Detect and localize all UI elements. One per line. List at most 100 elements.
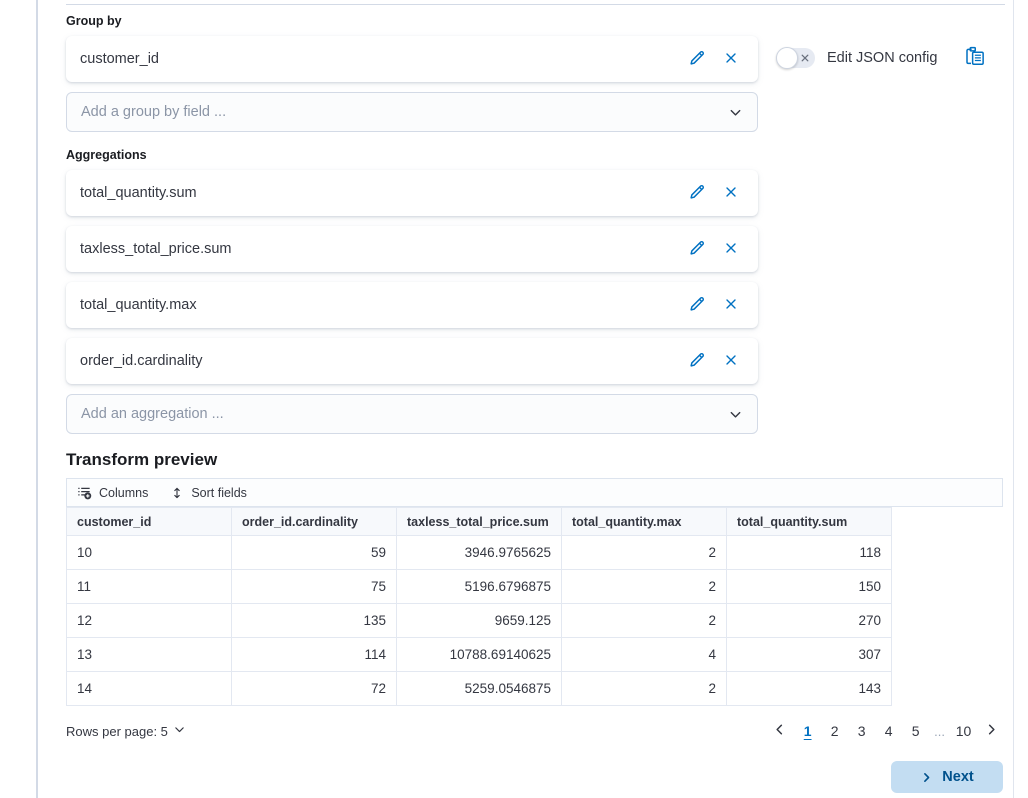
next-page-button[interactable] xyxy=(980,720,1003,742)
edit-group-by-item-button[interactable] xyxy=(684,46,710,72)
rows-per-page-button[interactable]: Rows per page: 5 xyxy=(66,723,186,739)
remove-group-by-item-button[interactable] xyxy=(718,46,744,72)
remove-aggregation-item-button[interactable] xyxy=(718,348,744,374)
aggregations-list: total_quantity.sum taxless_total_price.su… xyxy=(66,170,1005,384)
chevron-down-icon xyxy=(173,723,186,739)
aggregation-item-label: total_quantity.max xyxy=(80,297,684,313)
pencil-icon xyxy=(688,239,706,260)
sort-fields-button-label: Sort fields xyxy=(191,486,247,500)
aggregation-item: total_quantity.sum xyxy=(66,170,758,216)
group-by-item-label: customer_id xyxy=(80,51,684,67)
table-cell: 5259.0546875 xyxy=(397,672,562,706)
table-cell: 307 xyxy=(727,638,892,672)
table-footer: Rows per page: 5 12345... 10 xyxy=(66,719,1003,743)
table-row: 11755196.67968752150 xyxy=(67,570,892,604)
table-cell: 75 xyxy=(232,570,397,604)
page-button-10[interactable]: 10 xyxy=(953,719,974,743)
column-header-order_id-cardinality[interactable]: order_id.cardinality xyxy=(232,508,397,536)
edit-aggregation-item-button[interactable] xyxy=(684,348,710,374)
page-button-1[interactable]: 1 xyxy=(797,719,818,743)
edit-aggregation-item-button[interactable] xyxy=(684,180,710,206)
table-cell: 11 xyxy=(67,570,232,604)
page-button-5[interactable]: 5 xyxy=(905,719,926,743)
page-button-2[interactable]: 2 xyxy=(824,719,845,743)
table-cell: 270 xyxy=(727,604,892,638)
cross-icon xyxy=(723,352,739,371)
add-group-by-field-combobox[interactable]: Add a group by field ... xyxy=(66,92,758,132)
pill-actions xyxy=(684,292,744,318)
add-aggregation-placeholder: Add an aggregation ... xyxy=(81,406,728,422)
pill-actions xyxy=(684,180,744,206)
step-connector-line xyxy=(36,0,38,798)
pill-actions xyxy=(684,46,744,72)
table-cell: 5196.6796875 xyxy=(397,570,562,604)
edit-aggregation-item-button[interactable] xyxy=(684,292,710,318)
remove-aggregation-item-button[interactable] xyxy=(718,236,744,262)
table-cell: 2 xyxy=(562,604,727,638)
aggregation-item: total_quantity.max xyxy=(66,282,758,328)
aggregation-item: taxless_total_price.sum xyxy=(66,226,758,272)
table-cell: 2 xyxy=(562,570,727,604)
cross-icon xyxy=(723,240,739,259)
pencil-icon xyxy=(688,351,706,372)
cross-icon xyxy=(723,184,739,203)
pagination: 12345... 10 xyxy=(768,719,1003,743)
add-aggregation-combobox[interactable]: Add an aggregation ... xyxy=(66,394,758,434)
transform-preview-table: customer_idorder_id.cardinalitytaxless_t… xyxy=(66,507,892,706)
table-row: 10593946.97656252118 xyxy=(67,536,892,570)
table-cell: 14 xyxy=(67,672,232,706)
panel-right-border xyxy=(1013,0,1014,798)
sort-vertical-icon xyxy=(170,486,184,500)
pencil-icon xyxy=(688,49,706,70)
remove-aggregation-item-button[interactable] xyxy=(718,180,744,206)
table-cell: 150 xyxy=(727,570,892,604)
table-row: 121359659.1252270 xyxy=(67,604,892,638)
group-by-item: customer_id xyxy=(66,36,758,82)
chevron-down-icon xyxy=(728,407,743,422)
table-row: 1311410788.691406254307 xyxy=(67,638,892,672)
table-cell: 9659.125 xyxy=(397,604,562,638)
group-by-label: Group by xyxy=(66,14,1005,28)
pencil-icon xyxy=(688,295,706,316)
table-cell: 3946.9765625 xyxy=(397,536,562,570)
columns-button-label: Columns xyxy=(99,486,148,500)
cross-icon xyxy=(723,296,739,315)
data-grid-toolbar: Columns Sort fields xyxy=(66,478,1003,507)
preview-table-header-row: customer_idorder_id.cardinalitytaxless_t… xyxy=(67,508,892,536)
table-cell: 4 xyxy=(562,638,727,672)
table-cell: 118 xyxy=(727,536,892,570)
next-button-label: Next xyxy=(942,769,973,785)
table-cell: 10788.69140625 xyxy=(397,638,562,672)
chevron-down-icon xyxy=(728,105,743,120)
top-divider xyxy=(66,4,1005,5)
group-by-list: customer_id xyxy=(66,36,1005,82)
page-button-3[interactable]: 3 xyxy=(851,719,872,743)
next-button[interactable]: Next xyxy=(891,761,1003,793)
aggregation-item-label: total_quantity.sum xyxy=(80,185,684,201)
table-cell: 143 xyxy=(727,672,892,706)
aggregations-label: Aggregations xyxy=(66,148,1005,162)
transform-config-step: Group by customer_id Add a group by fiel… xyxy=(66,14,1005,793)
columns-button[interactable]: Columns xyxy=(77,485,148,500)
table-cell: 2 xyxy=(562,672,727,706)
previous-page-button[interactable] xyxy=(768,720,791,742)
pencil-icon xyxy=(688,183,706,204)
aggregation-item-label: taxless_total_price.sum xyxy=(80,241,684,257)
table-cell: 135 xyxy=(232,604,397,638)
group-by-section: Group by customer_id Add a group by fiel… xyxy=(66,14,1005,132)
column-header-total_quantity-sum[interactable]: total_quantity.sum xyxy=(727,508,892,536)
aggregation-item-label: order_id.cardinality xyxy=(80,353,684,369)
pagination-ellipsis: ... xyxy=(932,724,947,739)
edit-aggregation-item-button[interactable] xyxy=(684,236,710,262)
remove-aggregation-item-button[interactable] xyxy=(718,292,744,318)
cross-icon xyxy=(723,50,739,69)
chevron-right-icon xyxy=(920,771,933,784)
column-header-customer_id[interactable]: customer_id xyxy=(67,508,232,536)
page-button-4[interactable]: 4 xyxy=(878,719,899,743)
sort-fields-button[interactable]: Sort fields xyxy=(170,486,247,500)
column-header-total_quantity-max[interactable]: total_quantity.max xyxy=(562,508,727,536)
transform-preview-title: Transform preview xyxy=(66,450,1005,470)
column-header-taxless_total_price-sum[interactable]: taxless_total_price.sum xyxy=(397,508,562,536)
table-cell: 13 xyxy=(67,638,232,672)
footer-actions: Next xyxy=(66,761,1003,793)
